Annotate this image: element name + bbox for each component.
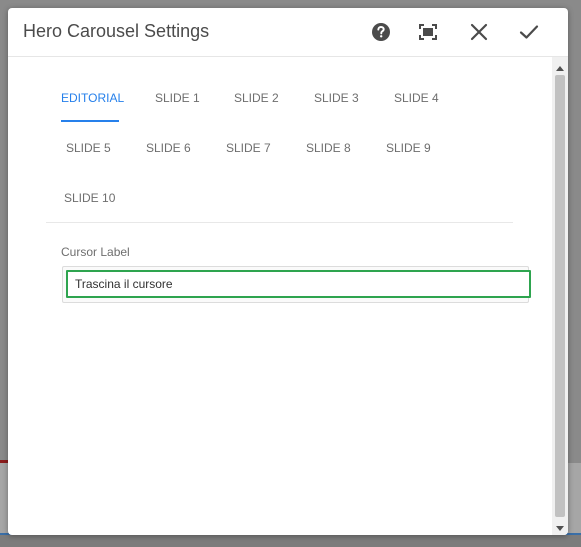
tab-slide-9[interactable]: SLIDE 9 [386,141,431,155]
dialog-title: Hero Carousel Settings [23,21,210,41]
tab-slide-3[interactable]: SLIDE 3 [314,91,359,105]
settings-dialog: Hero Carousel Settings EDITORIAL SLIDE 1… [8,8,568,535]
tab-slide-7[interactable]: SLIDE 7 [226,141,271,155]
cursor-label-input[interactable] [66,270,531,298]
close-button[interactable] [467,20,491,44]
tabs-divider [46,222,513,223]
tab-editorial[interactable]: EDITORIAL [61,91,124,105]
scroll-up-arrow[interactable] [552,60,568,74]
fullscreen-button[interactable] [416,20,440,44]
tab-slide-2[interactable]: SLIDE 2 [234,91,279,105]
cursor-label-field-label: Cursor Label [61,245,130,259]
scroll-down-arrow[interactable] [552,520,568,534]
check-icon [519,24,539,40]
help-icon [371,22,391,42]
tab-slide-5[interactable]: SLIDE 5 [66,141,111,155]
tab-slide-6[interactable]: SLIDE 6 [146,141,191,155]
tab-slide-10[interactable]: SLIDE 10 [64,191,115,205]
scroll-down-icon [556,518,564,535]
fullscreen-icon [418,23,438,41]
help-button[interactable] [369,20,393,44]
close-icon [470,23,488,41]
dialog-header: Hero Carousel Settings [8,8,568,57]
background-footer [0,535,581,547]
scroll-up-icon [556,58,564,76]
confirm-button[interactable] [517,20,541,44]
scrollbar-thumb[interactable] [555,75,565,517]
tab-slide-4[interactable]: SLIDE 4 [394,91,439,105]
tab-slide-8[interactable]: SLIDE 8 [306,141,351,155]
tab-slide-1[interactable]: SLIDE 1 [155,91,200,105]
active-tab-indicator [61,120,119,122]
